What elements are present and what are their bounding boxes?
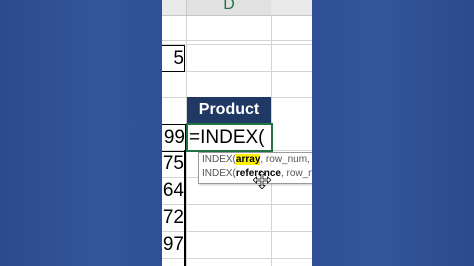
product-header-cell[interactable]: Product (187, 97, 271, 123)
cell-value[interactable]: 72 (162, 206, 184, 230)
cell-value[interactable]: 75 (162, 152, 184, 176)
background-right (312, 0, 474, 266)
cell-value[interactable]: 99 (162, 124, 186, 152)
tooltip-line-array[interactable]: INDEX(array, row_num, [ (202, 153, 312, 167)
grid-line (162, 40, 312, 41)
background-left (0, 0, 162, 266)
spreadsheet-grid: D 5 Product 99 75 64 72 97 =INDEX( INDEX… (162, 0, 312, 266)
cell-value[interactable]: 5 (162, 45, 185, 72)
column-header-e[interactable] (271, 0, 312, 16)
cell-value[interactable]: 97 (162, 233, 184, 257)
column-header-c[interactable] (162, 0, 186, 16)
move-cursor-icon (253, 171, 271, 189)
cell-border (184, 150, 186, 266)
highlighted-argument: array (235, 154, 261, 165)
active-cell-formula[interactable]: =INDEX( (186, 123, 273, 152)
column-header-d[interactable]: D (186, 0, 272, 16)
cell-value[interactable]: 64 (162, 179, 184, 203)
